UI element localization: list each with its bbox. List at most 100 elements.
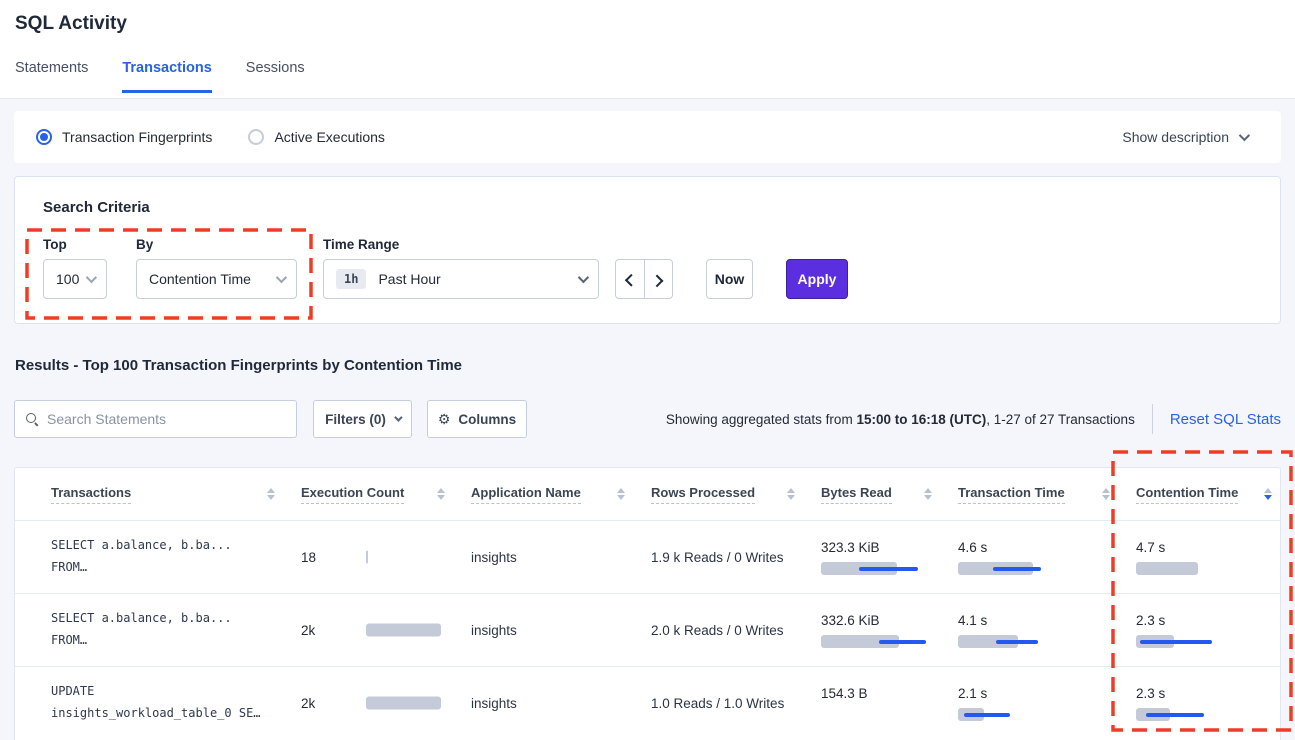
rows-processed-cell: 1.9 k Reads / 0 Writes — [651, 550, 821, 565]
sort-icon[interactable] — [924, 488, 932, 500]
transaction-fingerprint-link[interactable]: UPDATE insights_workload_table_0 SE… — [51, 681, 301, 724]
transaction-time-cell: 4.1 s — [958, 613, 1136, 648]
radio-active-executions[interactable]: Active Executions — [248, 129, 385, 145]
transactions-table: Transactions Execution Count Application… — [14, 467, 1281, 740]
radio-label: Active Executions — [274, 129, 385, 145]
table-row[interactable]: SELECT a.balance, b.ba... FROM… 2k insig… — [15, 593, 1280, 666]
reset-sql-stats-link[interactable]: Reset SQL Stats — [1170, 411, 1281, 428]
top-label: Top — [43, 237, 67, 252]
contention-time-bar — [1136, 635, 1248, 648]
column-header-execution-count[interactable]: Execution Count — [301, 485, 471, 504]
execution-count-bar — [366, 697, 478, 710]
sort-icon[interactable] — [437, 488, 445, 500]
aggregated-stats-text: Showing aggregated stats from 15:00 to 1… — [666, 412, 1135, 427]
show-description-toggle[interactable]: Show description — [1122, 129, 1247, 145]
toolbar-right: Showing aggregated stats from 15:00 to 1… — [666, 404, 1281, 434]
columns-label: Columns — [458, 412, 516, 427]
bytes-read-cell: 332.6 KiB — [821, 613, 958, 648]
contention-time-cell: 4.7 s — [1136, 540, 1280, 575]
radio-unselected-icon — [248, 129, 264, 145]
contention-time-cell: 2.3 s — [1136, 613, 1280, 648]
search-criteria-heading: Search Criteria — [43, 199, 150, 216]
gear-icon: ⚙ — [438, 411, 451, 428]
chevron-right-icon — [651, 274, 664, 287]
top-select[interactable]: 100 — [43, 259, 107, 299]
by-label: By — [136, 237, 153, 252]
column-header-transaction-time[interactable]: Transaction Time — [958, 485, 1136, 504]
tab-sessions[interactable]: Sessions — [246, 60, 305, 93]
column-header-transactions[interactable]: Transactions — [51, 485, 301, 504]
time-range-label: Time Range — [323, 237, 399, 252]
sort-icon[interactable] — [1102, 488, 1110, 500]
application-name-cell: insights — [471, 623, 651, 638]
time-pager — [615, 259, 673, 299]
transaction-time-bar — [958, 635, 1070, 648]
bytes-read-bar — [821, 635, 933, 648]
previous-time-button[interactable] — [616, 260, 644, 298]
sql-activity-page: SQL Activity Statements Transactions Ses… — [0, 0, 1295, 740]
chevron-down-icon — [394, 413, 402, 421]
now-button[interactable]: Now — [706, 259, 753, 299]
contention-time-bar — [1136, 708, 1248, 721]
contention-time-bar — [1136, 562, 1248, 575]
column-header-application-name[interactable]: Application Name — [471, 485, 651, 504]
search-statements-input[interactable] — [47, 411, 286, 427]
results-toolbar: Filters (0) ⚙ Columns Showing aggregated… — [14, 400, 1281, 438]
results-heading: Results - Top 100 Transaction Fingerprin… — [15, 357, 462, 374]
table-row[interactable]: UPDATE insights_workload_table_0 SE… 2k … — [15, 666, 1280, 739]
chevron-down-icon — [276, 272, 287, 283]
sort-icon-active-desc[interactable] — [1264, 488, 1272, 500]
toolbar-divider — [1152, 404, 1153, 434]
next-time-button[interactable] — [644, 260, 672, 298]
transaction-fingerprint-link[interactable]: SELECT a.balance, b.ba... FROM… — [51, 535, 301, 578]
rows-processed-cell: 2.0 k Reads / 0 Writes — [651, 623, 821, 638]
application-name-cell: insights — [471, 550, 651, 565]
sort-icon[interactable] — [267, 488, 275, 500]
execution-count-cell: 2k — [301, 623, 471, 638]
page-title: SQL Activity — [15, 13, 127, 35]
execution-count-cell: 18 — [301, 550, 471, 565]
search-statements-box[interactable] — [14, 400, 297, 438]
filters-label: Filters (0) — [325, 412, 386, 427]
filters-button[interactable]: Filters (0) — [313, 400, 412, 438]
transaction-time-bar — [958, 708, 1070, 721]
columns-button[interactable]: ⚙ Columns — [427, 400, 527, 438]
column-header-contention-time[interactable]: Contention Time — [1136, 485, 1280, 504]
time-range-select[interactable]: 1h Past Hour — [323, 259, 599, 299]
chevron-down-icon — [86, 272, 97, 283]
show-description-label: Show description — [1122, 129, 1229, 145]
transaction-time-cell: 2.1 s — [958, 686, 1136, 721]
search-criteria-card: Search Criteria Top 100 By Contention Ti… — [14, 176, 1281, 324]
tabs-divider — [0, 98, 1295, 99]
column-header-rows-processed[interactable]: Rows Processed — [651, 485, 821, 504]
bytes-read-cell: 323.3 KiB — [821, 540, 958, 575]
bytes-read-cell: 154.3 B — [821, 686, 958, 721]
execution-count-bar — [366, 624, 478, 637]
chevron-left-icon — [624, 273, 637, 286]
table-header-row: Transactions Execution Count Application… — [15, 468, 1280, 520]
search-icon — [25, 412, 39, 426]
execution-count-bar — [366, 551, 478, 564]
radio-selected-icon — [36, 129, 52, 145]
top-select-value: 100 — [56, 271, 79, 287]
radio-label: Transaction Fingerprints — [62, 129, 212, 145]
time-range-value: Past Hour — [378, 271, 440, 287]
sort-icon[interactable] — [787, 488, 795, 500]
bytes-read-bar — [821, 562, 933, 575]
view-toggle-bar: Transaction Fingerprints Active Executio… — [14, 111, 1281, 163]
chevron-down-icon — [1239, 130, 1250, 141]
tab-transactions[interactable]: Transactions — [122, 60, 211, 93]
execution-count-cell: 2k — [301, 696, 471, 711]
table-row[interactable]: SELECT a.balance, b.ba... FROM… 18 insig… — [15, 520, 1280, 593]
transaction-fingerprint-link[interactable]: SELECT a.balance, b.ba... FROM… — [51, 608, 301, 651]
tab-statements[interactable]: Statements — [15, 60, 88, 93]
chevron-down-icon — [578, 272, 589, 283]
column-header-bytes-read[interactable]: Bytes Read — [821, 485, 958, 504]
by-select[interactable]: Contention Time — [136, 259, 297, 299]
application-name-cell: insights — [471, 696, 651, 711]
radio-transaction-fingerprints[interactable]: Transaction Fingerprints — [36, 129, 212, 145]
contention-time-cell: 2.3 s — [1136, 686, 1280, 721]
sort-icon[interactable] — [617, 488, 625, 500]
rows-processed-cell: 1.0 Reads / 1.0 Writes — [651, 696, 821, 711]
apply-button[interactable]: Apply — [786, 259, 848, 299]
